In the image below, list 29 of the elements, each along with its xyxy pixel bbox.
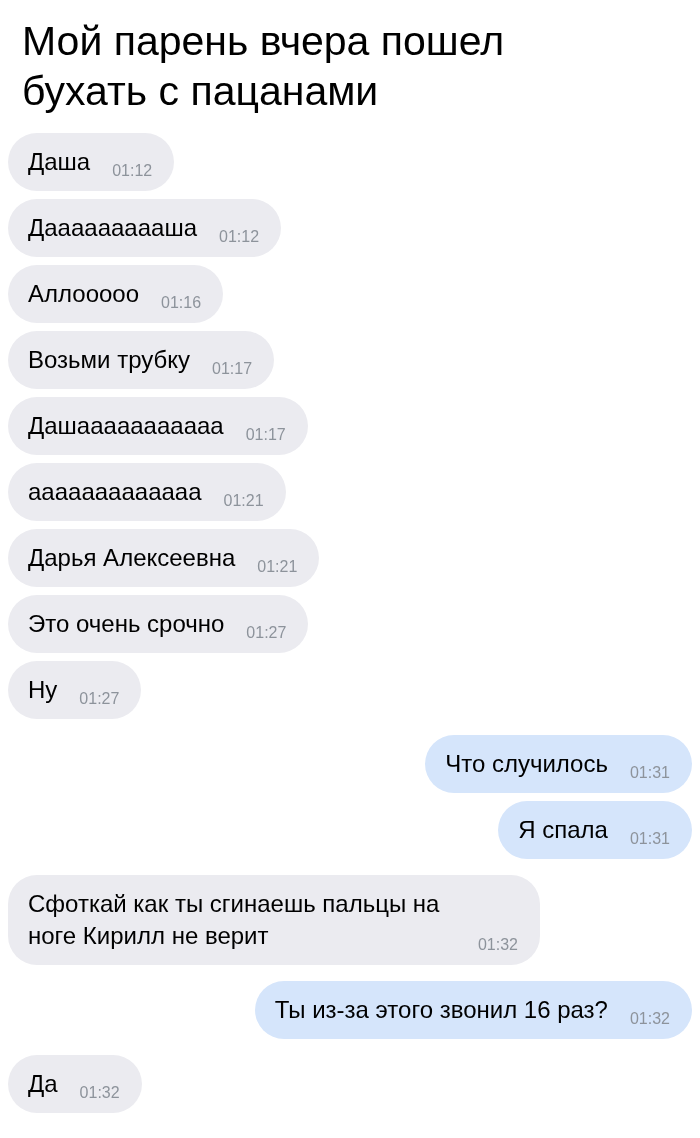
message-time: 01:32 [629, 1009, 670, 1029]
message-time: 01:12 [219, 227, 260, 247]
message-time: 01:16 [161, 293, 202, 313]
message-text: Ты из-за этого звонил 16 раз? [274, 995, 608, 1025]
message-text: Я спала [518, 815, 608, 845]
message-time: 01:21 [223, 491, 264, 511]
message-text: Даша [28, 147, 91, 177]
message-text: ааааааааааааа [28, 477, 202, 507]
message-time: 01:17 [212, 359, 253, 379]
message-time: 01:17 [245, 425, 286, 445]
message-time: 01:31 [629, 763, 670, 783]
message-text: Дарья Алексеевна [28, 543, 236, 573]
message-time: 01:31 [629, 829, 670, 849]
message-text: Даааааааааша [28, 213, 197, 243]
message-time: 01:21 [257, 557, 298, 577]
message-text: Дашааааааааааа [28, 411, 224, 441]
message-time: 01:32 [79, 1083, 120, 1103]
message-time: 01:27 [79, 689, 120, 709]
message-text: Возьми трубку [28, 345, 191, 375]
caption-title: Мой парень вчера пошел бухать с пацанами [21, 17, 506, 116]
message-text: Аллооооо [28, 279, 140, 309]
message-text: Что случилось [445, 749, 608, 779]
message-text: Ну [28, 675, 58, 705]
message-time: 01:32 [477, 935, 518, 955]
message-text: Сфоткай как ты сгинаешь пальцы на ноге Кирилл не верит [28, 889, 441, 951]
message-time: 01:12 [112, 161, 153, 181]
message-time: 01:27 [246, 623, 287, 643]
message-text: Да [28, 1069, 58, 1099]
message-text: Это очень срочно [28, 609, 225, 639]
